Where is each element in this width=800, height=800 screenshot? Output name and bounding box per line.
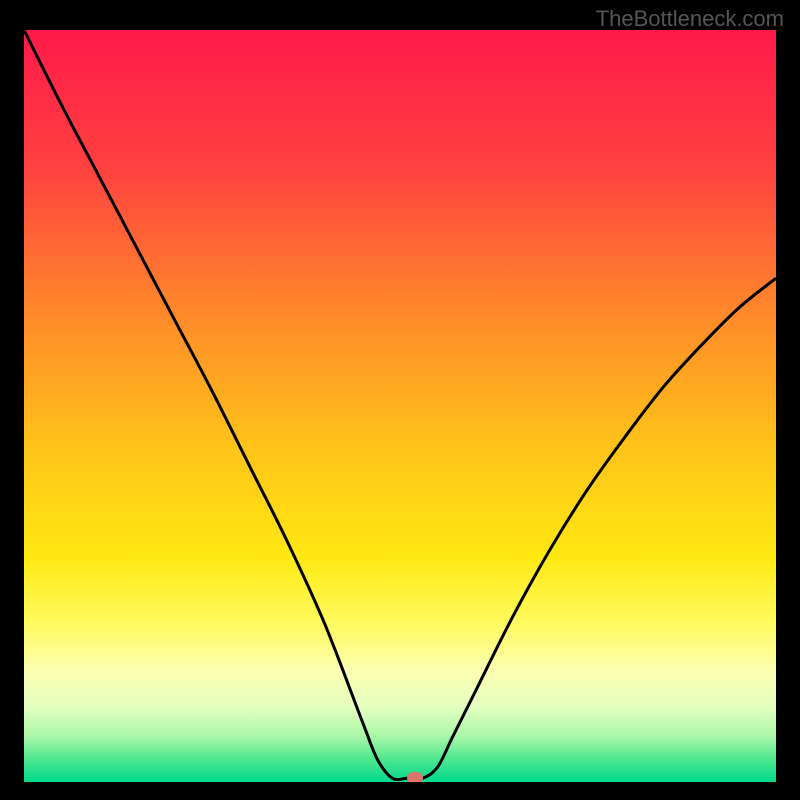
optimal-point-marker <box>407 772 423 782</box>
chart-plot-area <box>24 30 776 782</box>
watermark-text: TheBottleneck.com <box>596 6 784 32</box>
chart-curve <box>24 30 776 782</box>
